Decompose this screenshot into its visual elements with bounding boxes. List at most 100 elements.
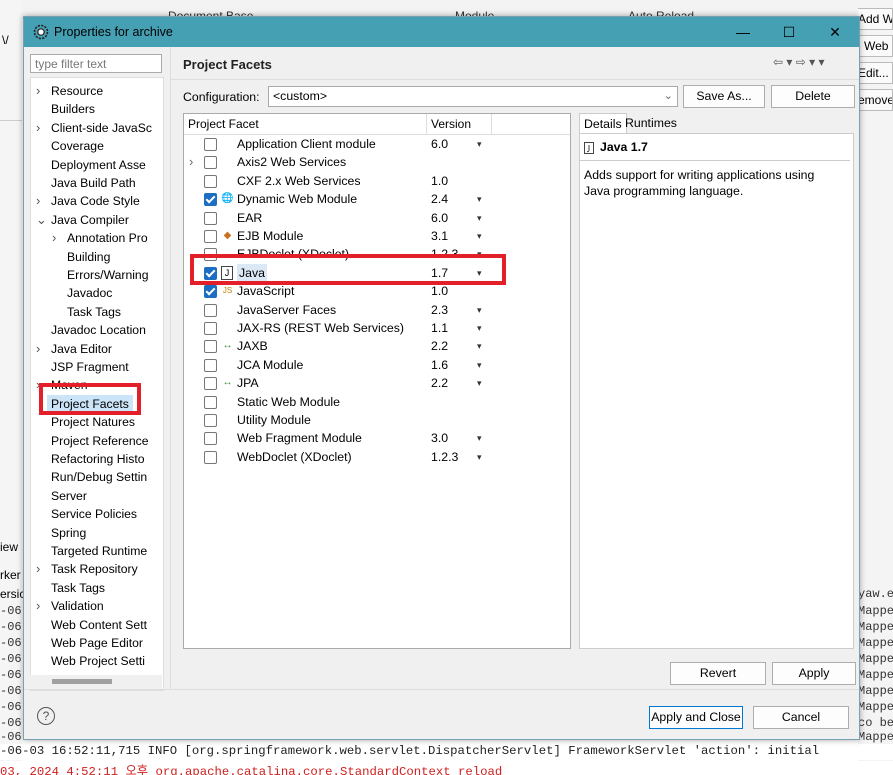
facet-checkbox[interactable] [204, 432, 217, 446]
version-dropdown-icon[interactable]: ▾ [477, 227, 482, 245]
facet-checkbox[interactable] [204, 285, 217, 299]
facet-checkbox[interactable] [204, 230, 217, 243]
facets-table: Project Facet Version Application Client… [183, 113, 571, 649]
revert-button[interactable]: Revert [670, 662, 766, 685]
table-row[interactable]: Application Client module 6.0 ▾ [184, 135, 570, 153]
version-dropdown-icon[interactable]: ▾ [477, 209, 482, 227]
facet-checkbox[interactable] [204, 377, 217, 391]
table-row[interactable]: EAR 6.0 ▾ [184, 209, 570, 227]
chevron-down-icon[interactable]: ⌄ [36, 211, 47, 229]
facet-checkbox[interactable] [204, 395, 217, 409]
facet-name: Dynamic Web Module [237, 192, 358, 207]
maximize-button[interactable]: ☐ [766, 17, 812, 47]
chevron-right-icon[interactable]: › [36, 192, 40, 210]
facet-version[interactable]: 6.0 [431, 135, 448, 153]
configuration-select[interactable]: <custom> ⌄ [268, 86, 678, 107]
facet-checkbox[interactable] [204, 450, 217, 464]
facet-version[interactable]: 6.0 [431, 209, 448, 227]
facet-version[interactable]: 1.6 [431, 356, 448, 374]
table-row[interactable]: JavaServer Faces 2.3 ▾ [184, 301, 570, 319]
tab-details[interactable]: Details [579, 113, 627, 134]
facet-checkbox[interactable] [204, 193, 217, 207]
facet-version[interactable]: 3.0 [431, 429, 448, 447]
table-row[interactable]: Utility Module [184, 411, 570, 429]
table-row[interactable]: 🌐 Dynamic Web Module 2.4 ▾ [184, 190, 570, 208]
sidebar-item-label: Refactoring Histo [51, 452, 145, 466]
version-dropdown-icon[interactable]: ▾ [477, 429, 482, 447]
table-row[interactable]: CXF 2.x Web Services 1.0 [184, 172, 570, 190]
bg-tab-version[interactable]: ersic [0, 587, 25, 601]
table-row[interactable]: ◆ EJB Module 3.1 ▾ [184, 227, 570, 245]
column-project-facet[interactable]: Project Facet [188, 117, 259, 131]
facet-version[interactable]: 2.4 [431, 190, 448, 208]
version-dropdown-icon[interactable]: ▾ [477, 356, 482, 374]
facet-version[interactable]: 2.3 [431, 301, 448, 319]
facet-version[interactable]: 2.2 [431, 337, 448, 355]
chevron-right-icon[interactable]: › [189, 153, 193, 171]
details-title: Java 1.7 [600, 140, 648, 154]
table-row[interactable]: Web Fragment Module 3.0 ▾ [184, 429, 570, 447]
chevron-right-icon[interactable]: › [36, 560, 40, 578]
sidebar-item-label: Java Editor [51, 341, 112, 356]
facet-checkbox[interactable] [204, 156, 217, 170]
add-external-web-button[interactable]: l Web [858, 35, 893, 57]
facet-checkbox[interactable] [204, 322, 217, 335]
minimize-button[interactable]: — [720, 17, 766, 47]
version-dropdown-icon[interactable]: ▾ [477, 301, 482, 319]
chevron-right-icon[interactable]: › [36, 82, 40, 100]
facet-checkbox[interactable] [204, 414, 217, 427]
help-icon[interactable]: ? [37, 707, 55, 725]
version-dropdown-icon[interactable]: ▾ [477, 190, 482, 208]
facet-version[interactable]: 2.2 [431, 374, 448, 392]
bg-tab-markers[interactable]: rker [0, 568, 21, 582]
bg-left-item: \/ [2, 33, 9, 47]
console-line: Mappe [858, 730, 893, 744]
close-button[interactable]: ✕ [812, 17, 858, 47]
remove-web-button[interactable]: emove [858, 89, 893, 111]
version-dropdown-icon[interactable]: ▾ [477, 319, 482, 337]
facet-name: CXF 2.x Web Services [237, 173, 361, 188]
facet-checkbox[interactable] [204, 138, 217, 151]
column-version[interactable]: Version [431, 117, 471, 131]
cancel-button[interactable]: Cancel [753, 706, 849, 729]
version-dropdown-icon[interactable]: ▾ [477, 135, 482, 153]
save-as-button[interactable]: Save As... [683, 85, 765, 108]
bg-tab-overview[interactable]: iew [0, 540, 18, 554]
facet-checkbox[interactable] [204, 211, 217, 225]
console-line: Mappe [858, 620, 893, 634]
version-dropdown-icon[interactable]: ▾ [477, 374, 482, 392]
filter-input[interactable]: type filter text [30, 54, 162, 73]
facet-checkbox[interactable] [204, 358, 217, 372]
sidebar-item-label: Builders [51, 102, 96, 117]
chevron-right-icon[interactable]: › [52, 229, 56, 247]
table-row[interactable]: Static Web Module [184, 393, 570, 411]
version-dropdown-icon[interactable]: ▾ [477, 448, 482, 466]
add-web-module-button[interactable]: Add Web Mo [858, 8, 893, 30]
table-row[interactable]: WebDoclet (XDoclet) 1.2.3 ▾ [184, 448, 570, 466]
nav-arrows-icon[interactable]: ⇦ ▾ ⇨ ▾ ▾ [773, 55, 825, 69]
table-row[interactable]: ↔ JAXB 2.2 ▾ [184, 337, 570, 355]
apply-and-close-button[interactable]: Apply and Close [649, 706, 743, 729]
chevron-right-icon[interactable]: › [36, 119, 40, 137]
facet-version[interactable]: 1.2.3 [431, 448, 458, 466]
chevron-right-icon[interactable]: › [36, 597, 40, 615]
chevron-right-icon[interactable]: › [36, 340, 40, 358]
apply-button[interactable]: Apply [772, 662, 856, 685]
facet-version[interactable]: 3.1 [431, 227, 448, 245]
table-row[interactable]: › Axis2 Web Services [184, 153, 570, 171]
console-line: Mappe [858, 684, 893, 698]
tree-horizontal-scrollbar[interactable] [30, 675, 162, 689]
delete-button[interactable]: Delete [771, 85, 855, 108]
facet-checkbox[interactable] [204, 303, 217, 317]
table-row[interactable]: ↔ JPA 2.2 ▾ [184, 374, 570, 392]
title-bar[interactable]: Properties for archive — ☐ ✕ [24, 17, 859, 47]
tab-runtimes[interactable]: Runtimes [621, 113, 681, 133]
facet-version[interactable]: 1.0 [431, 172, 448, 190]
edit-web-button[interactable]: Edit... [858, 62, 893, 84]
facet-checkbox[interactable] [204, 174, 217, 188]
table-row[interactable]: JAX-RS (REST Web Services) 1.1 ▾ [184, 319, 570, 337]
version-dropdown-icon[interactable]: ▾ [477, 337, 482, 355]
table-row[interactable]: JCA Module 1.6 ▾ [184, 356, 570, 374]
facet-version[interactable]: 1.1 [431, 319, 448, 337]
facet-checkbox[interactable] [204, 340, 217, 354]
